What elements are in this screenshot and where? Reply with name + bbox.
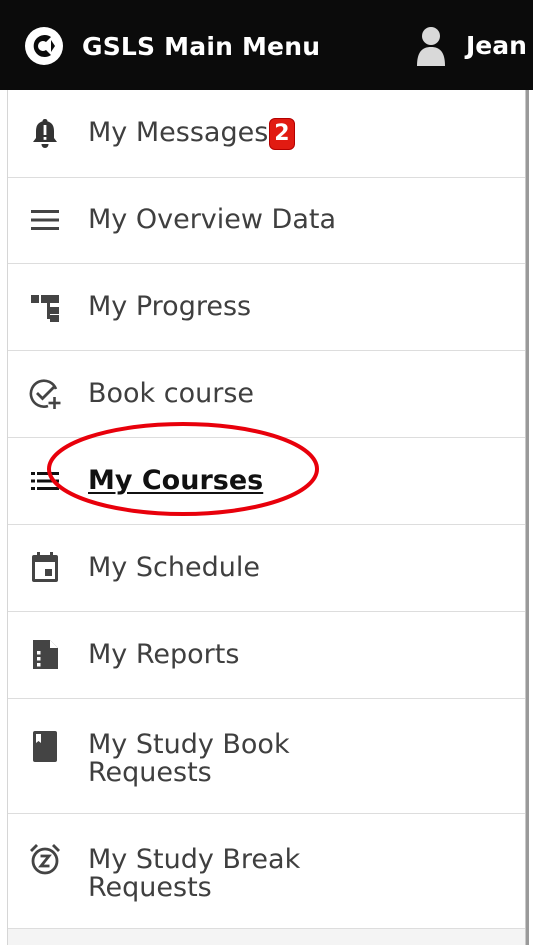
menu-item-my-schedule[interactable]: My Schedule — [8, 525, 526, 612]
side-menu: My Messages 2 My Overview Data My Progres… — [7, 90, 528, 945]
menu-item-label: My Progress — [88, 291, 252, 322]
menu-item-label: My Overview Data — [88, 204, 337, 235]
list-icon — [28, 203, 62, 237]
menu-item-my-messages[interactable]: My Messages 2 — [8, 90, 526, 178]
user-icon — [417, 27, 445, 66]
menu-item-label: My Study Book Requests — [88, 729, 290, 788]
gsls-logo-icon — [25, 27, 63, 65]
menu-bottom-edge — [8, 928, 526, 945]
menu-item-my-progress[interactable]: My Progress — [8, 264, 526, 351]
menu-item-my-study-book-requests[interactable]: My Study Book Requests — [8, 699, 526, 814]
top-bar: GSLS Main Menu Jean — [0, 0, 533, 90]
book-icon — [28, 729, 62, 763]
calendar-icon — [28, 550, 62, 584]
bell-icon — [28, 116, 62, 150]
snooze-alarm-icon — [28, 842, 62, 876]
scrollbar[interactable] — [525, 90, 533, 945]
sitemap-icon — [28, 291, 62, 325]
check-plus-icon — [28, 377, 62, 411]
menu-item-label: My Messages — [88, 117, 269, 148]
menu-item-label: My Courses — [88, 465, 264, 496]
user-menu[interactable]: Jean — [408, 23, 527, 67]
menu-item-label: My Schedule — [88, 552, 260, 583]
menu-item-my-courses[interactable]: My Courses — [8, 438, 526, 525]
menu-item-my-reports[interactable]: My Reports — [8, 612, 526, 699]
scrollbar-thumb[interactable] — [526, 90, 529, 945]
menu-item-my-overview-data[interactable]: My Overview Data — [8, 177, 526, 264]
menu-item-label: Book course — [88, 378, 255, 409]
report-icon — [28, 637, 62, 671]
menu-item-my-study-break-requests[interactable]: My Study Break Requests — [8, 814, 526, 929]
user-name: Jean — [466, 30, 527, 60]
menu-item-book-course[interactable]: Book course — [8, 351, 526, 438]
menu-item-label: My Reports — [88, 639, 240, 670]
unread-count-badge: 2 — [269, 118, 295, 150]
app-title: GSLS Main Menu — [82, 31, 321, 61]
menu-item-label: My Study Break Requests — [88, 844, 301, 903]
list-bullets-icon — [28, 464, 62, 498]
main-menu-button[interactable]: GSLS Main Menu — [24, 24, 320, 68]
